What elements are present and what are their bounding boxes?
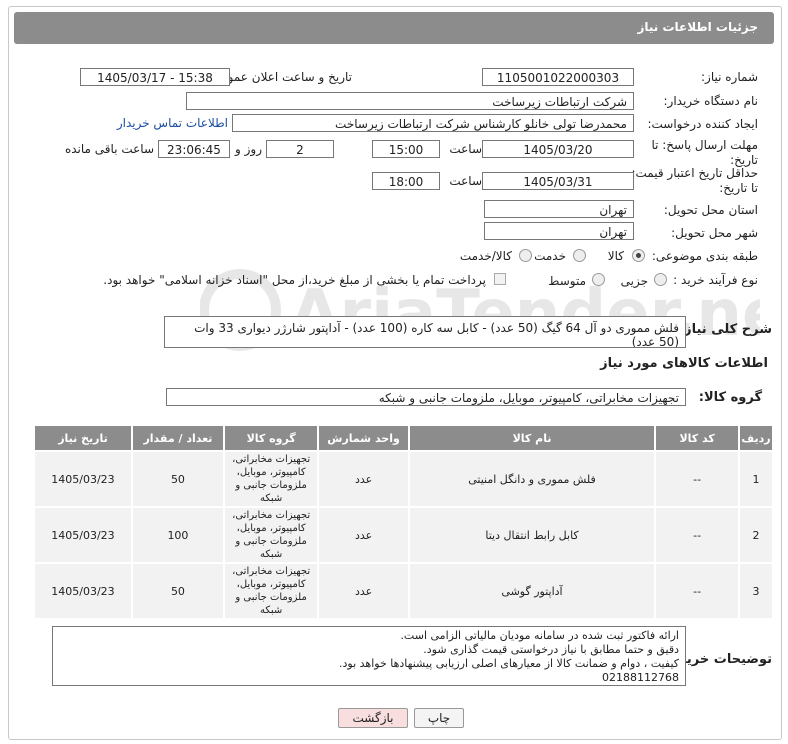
buyer-notes-textbox: ارائه فاکتور ثبت شده در سامانه مودیان ما… — [52, 626, 686, 686]
goods-group-label: گروه کالا: — [698, 390, 762, 405]
item-code: -- — [654, 450, 741, 508]
process-medium-label: متوسط — [548, 274, 586, 288]
item-date: 1405/03/23 — [33, 450, 133, 508]
treasury-payment-checkbox[interactable] — [494, 273, 506, 285]
table-row: 2 -- کابل رابط انتقال دیتا عدد تجهیزات م… — [33, 506, 774, 564]
col-code-header: کد کالا — [654, 424, 741, 452]
need-number-field: 1105001022000303 — [482, 68, 634, 86]
table-row: 3 -- آداپتور گوشی عدد تجهیزات مخابراتی، … — [33, 562, 774, 620]
province-label: استان محل تحویل: — [663, 203, 758, 217]
category-service-radio[interactable] — [573, 249, 586, 262]
row-number: 2 — [738, 506, 774, 564]
item-unit: عدد — [317, 450, 410, 508]
deadline-time-label: ساعت — [449, 142, 482, 156]
category-goods-label: کالا — [607, 249, 624, 263]
buyer-notes-line: کیفیت ، دوام و ضمانت کالا از معیارهای اص… — [339, 657, 679, 670]
col-unit-header: واحد شمارش — [317, 424, 410, 452]
col-group-header: گروه کالا — [222, 424, 320, 452]
description-textbox: فلش مموری دو آل 64 گیگ (50 عدد) - کابل س… — [164, 316, 686, 348]
buyer-org-field: شرکت ارتباطات زیرساخت — [186, 92, 634, 110]
item-qty: 50 — [130, 450, 225, 508]
item-code: -- — [654, 562, 741, 620]
item-name: فلش مموری و دانگل امنیتی — [407, 450, 657, 508]
category-goods-radio[interactable] — [632, 249, 645, 262]
buyer-notes-line: 02188112768 — [602, 671, 679, 684]
buyer-org-label: نام دستگاه خریدار: — [663, 94, 759, 108]
category-both-label: کالا/خدمت — [459, 249, 512, 263]
row-number: 1 — [738, 450, 774, 508]
province-field: تهران — [484, 200, 634, 218]
item-qty: 100 — [130, 506, 225, 564]
remaining-label: ساعت باقی مانده — [64, 142, 154, 156]
price-validity-date-field: 1405/03/31 — [482, 172, 634, 190]
category-both-radio[interactable] — [519, 249, 532, 262]
process-minor-radio[interactable] — [654, 273, 667, 286]
days-field: 2 — [266, 140, 334, 158]
table-header-row: ردیف کد کالا نام کالا واحد شمارش گروه کا… — [33, 424, 774, 452]
price-validity-time-label: ساعت — [449, 174, 482, 188]
deadline-date-field: 1405/03/20 — [482, 140, 634, 158]
col-date-header: تاریخ نیاز — [33, 424, 133, 452]
goods-group-field: تجهیزات مخابراتی، کامپیوتر، موبایل، ملزو… — [166, 388, 686, 406]
creator-label: ایجاد کننده درخواست: — [647, 117, 758, 131]
item-date: 1405/03/23 — [33, 506, 133, 564]
item-group: تجهیزات مخابراتی، کامپیوتر، موبایل، ملزو… — [222, 450, 320, 508]
row-number: 3 — [738, 562, 774, 620]
col-qty-header: تعداد / مقدار — [130, 424, 225, 452]
city-field: تهران — [484, 222, 634, 240]
city-label: شهر محل تحویل: — [671, 226, 758, 240]
item-group: تجهیزات مخابراتی، کامپیوتر، موبایل، ملزو… — [222, 506, 320, 564]
process-medium-radio[interactable] — [592, 273, 605, 286]
need-number-label: شماره نیاز: — [701, 70, 758, 84]
deadline-label: مهلت ارسال پاسخ: تا تاریخ: — [651, 138, 758, 167]
print-button[interactable]: چاپ — [414, 708, 464, 728]
remaining-time-field: 23:06:45 — [158, 140, 230, 158]
category-label: طبقه بندی موضوعی: — [651, 249, 758, 263]
price-validity-time-field: 18:00 — [372, 172, 440, 190]
table-row: 1 -- فلش مموری و دانگل امنیتی عدد تجهیزا… — [33, 450, 774, 508]
header-bar: جزئیات اطلاعات نیاز — [14, 12, 774, 44]
contact-info-link[interactable]: اطلاعات تماس خریدار — [117, 116, 228, 130]
announce-field: 1405/03/17 - 15:38 — [80, 68, 230, 86]
goods-table: ردیف کد کالا نام کالا واحد شمارش گروه کا… — [33, 424, 774, 620]
treasury-payment-note: پرداخت تمام یا بخشی از مبلغ خرید،از محل … — [103, 273, 486, 287]
creator-field: محمدرضا تولی خانلو کارشناس شرکت ارتباطات… — [232, 114, 634, 132]
process-label: نوع فرآیند خرید : — [673, 273, 758, 287]
item-unit: عدد — [317, 506, 410, 564]
item-code: -- — [654, 506, 741, 564]
item-date: 1405/03/23 — [33, 562, 133, 620]
item-group: تجهیزات مخابراتی، کامپیوتر، موبایل، ملزو… — [222, 562, 320, 620]
buyer-notes-line: دقیق و حتما مطابق با نیاز درخواستی قیمت … — [423, 643, 679, 656]
description-label: شرح کلی نیاز: — [678, 322, 772, 337]
category-service-label: خدمت — [534, 249, 566, 263]
page-title: جزئیات اطلاعات نیاز — [637, 20, 758, 34]
deadline-time-field: 15:00 — [372, 140, 440, 158]
back-button[interactable]: بازگشت — [338, 708, 408, 728]
price-validity-label: حداقل تاریخ اعتبار قیمت: تا تاریخ: — [631, 166, 758, 195]
goods-section-title: اطلاعات کالاهای مورد نیاز — [600, 356, 768, 371]
buyer-notes-line: ارائه فاکتور ثبت شده در سامانه مودیان ما… — [400, 629, 679, 642]
col-name-header: نام کالا — [407, 424, 657, 452]
item-name: آداپتور گوشی — [407, 562, 657, 620]
col-row-header: ردیف — [738, 424, 774, 452]
process-minor-label: جزیی — [620, 274, 648, 288]
item-name: کابل رابط انتقال دیتا — [407, 506, 657, 564]
days-label: روز و — [235, 142, 262, 156]
item-unit: عدد — [317, 562, 410, 620]
item-qty: 50 — [130, 562, 225, 620]
